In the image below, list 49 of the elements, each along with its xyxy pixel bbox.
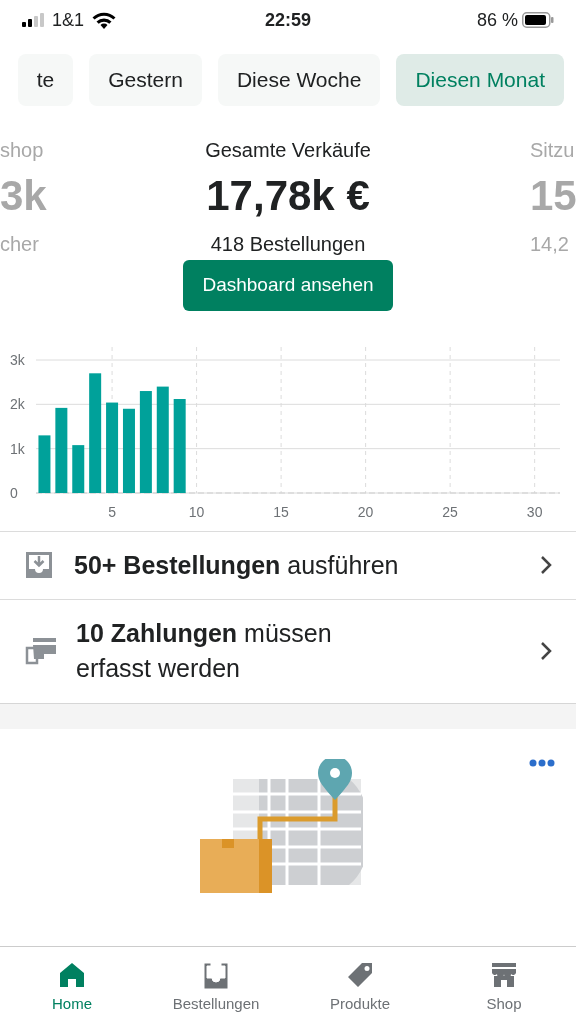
filter-tab[interactable]: te	[17, 54, 74, 106]
metric-value: 15	[530, 171, 576, 221]
inbox-download-icon	[202, 961, 230, 989]
metric-value: 3k	[0, 171, 47, 221]
task-row[interactable]: 10 Zahlungen müssen erfasst werden	[0, 598, 576, 703]
task-text: 50+ Bestellungen ausführen	[74, 549, 400, 581]
chevron-right-icon	[540, 555, 552, 575]
clock-time: 22:59	[263, 8, 312, 32]
nav-tab[interactable]: Bestellungen	[144, 947, 288, 1024]
battery-percentage: 86 %	[476, 8, 518, 32]
chevron-right-icon	[540, 641, 552, 661]
tag-icon	[346, 961, 374, 989]
chart-bar	[38, 434, 51, 493]
filter-tab[interactable]: Diese Woche	[217, 54, 381, 106]
filter-tab[interactable]: Diesen Monat	[396, 54, 564, 106]
x-axis-label: 15	[273, 503, 289, 520]
signal-icon	[22, 13, 44, 27]
credit-card-icon	[24, 636, 56, 666]
metric-label: Sitzu	[530, 138, 576, 163]
x-axis-label: 5	[108, 503, 116, 520]
metric-label: Gesamte Verkäufe	[204, 138, 372, 163]
nav-tab[interactable]: Shop	[432, 947, 576, 1024]
home-icon	[58, 961, 86, 989]
more-icon[interactable]	[529, 758, 555, 767]
y-axis-label: 1k	[10, 440, 25, 457]
x-axis-label: 30	[526, 503, 543, 520]
task-text: 10 Zahlungen müssen erfasst werden	[76, 618, 333, 684]
wifi-icon	[92, 11, 117, 29]
dashboard-button[interactable]: Dashboard ansehen	[183, 260, 393, 311]
x-axis-label: 20	[357, 503, 374, 520]
metric-subtext: cher	[0, 232, 40, 256]
battery-icon	[522, 12, 554, 28]
x-axis-label: 10	[188, 503, 205, 520]
nav-tab[interactable]: Home	[0, 947, 144, 1024]
chart-bar	[72, 444, 85, 493]
metric-subtext: 14,2	[530, 232, 570, 256]
storefront-icon	[490, 961, 518, 989]
y-axis-label: 3k	[10, 351, 25, 368]
x-axis-label: 25	[442, 503, 458, 520]
y-axis-label: 0	[10, 484, 18, 501]
metric-subtext: 418 Bestellungen	[209, 232, 367, 256]
inbox-download-icon	[24, 550, 54, 580]
filter-tab[interactable]: Gestern	[89, 54, 202, 106]
task-row[interactable]: 50+ Bestellungen ausführen	[0, 530, 576, 599]
metric-label: shop	[0, 138, 45, 163]
carrier-name: 1&1	[52, 8, 85, 32]
metric-value: 17,78k €	[205, 171, 371, 221]
y-axis-label: 2k	[10, 395, 25, 412]
nav-tab[interactable]: Produkte	[288, 947, 432, 1024]
